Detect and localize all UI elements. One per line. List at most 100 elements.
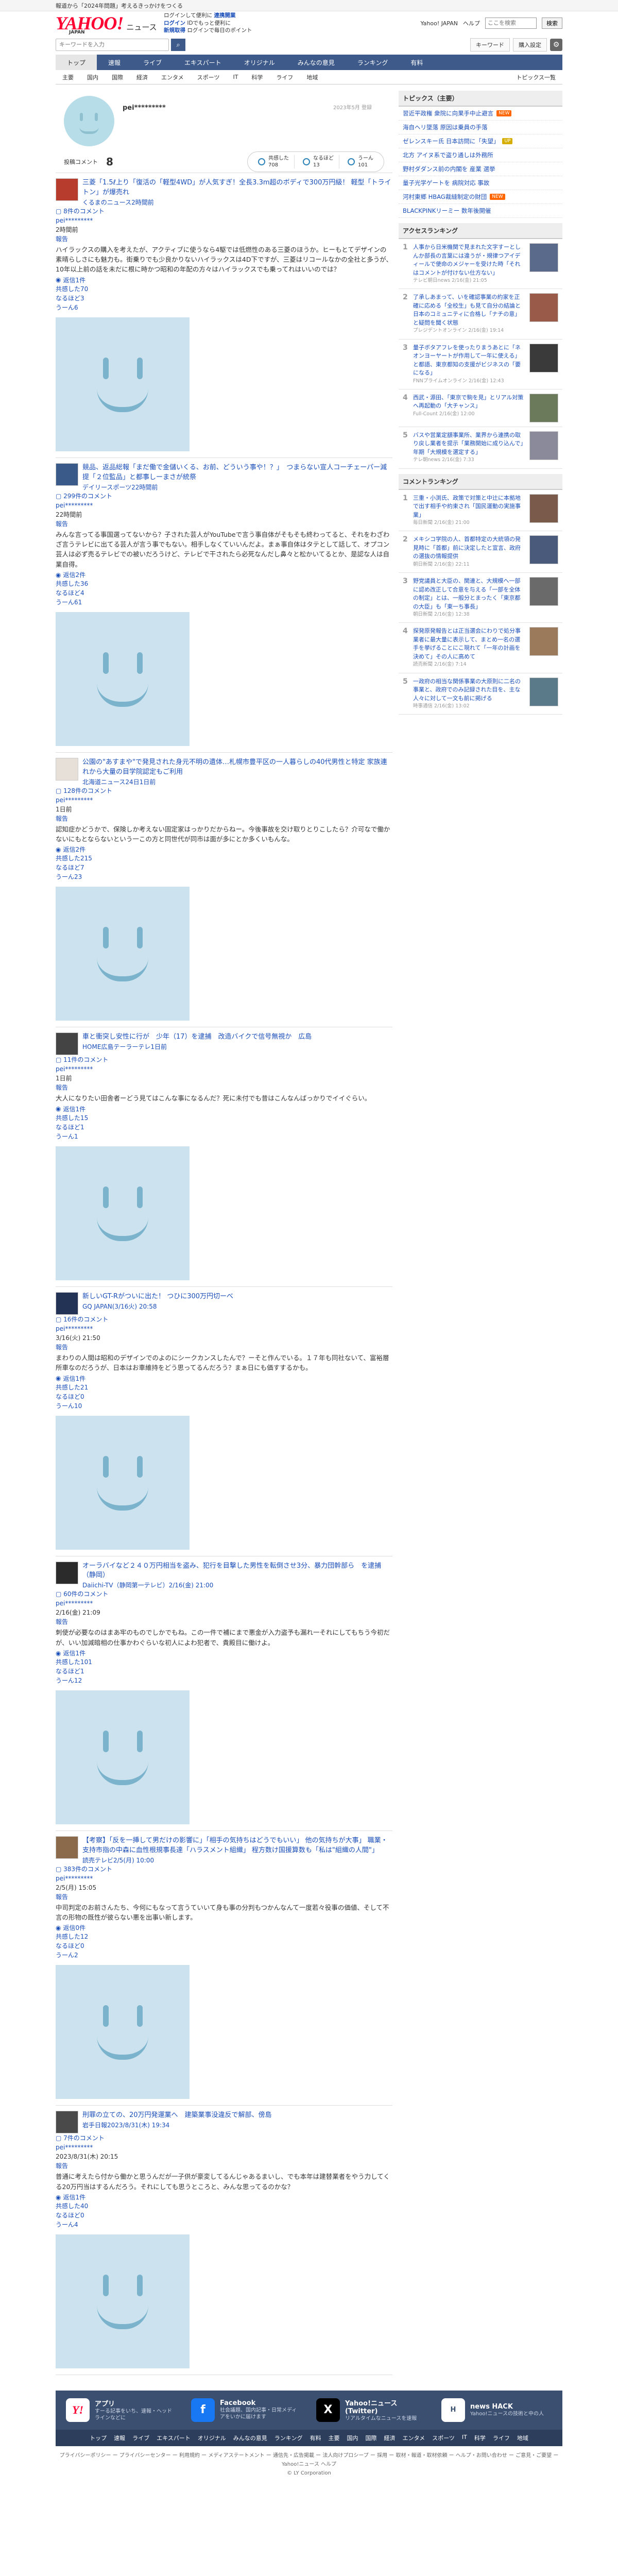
news-search-input[interactable] xyxy=(56,39,169,51)
help-link[interactable]: ヘルプ xyxy=(463,19,480,27)
subnav-domestic[interactable]: 国内 xyxy=(80,73,105,81)
comment-count-link[interactable]: ▢ 299件のコメント xyxy=(56,492,392,501)
hmm-button[interactable]: うーん61 xyxy=(56,598,392,607)
empathy-button[interactable]: 共感した36 xyxy=(56,579,392,588)
subnav-world[interactable]: 国際 xyxy=(105,73,130,81)
report-link[interactable]: 報告 xyxy=(56,1617,392,1626)
topbar-link[interactable]: 報道から「2024年問題」考えるきっかけをつくる xyxy=(56,2,183,10)
naruhodo-button[interactable]: なるほど0 xyxy=(56,1941,392,1951)
rank-title[interactable]: 人事から日米機関で見まれた文字すーとしんか部長の言葉には違うが・規律つアイディー… xyxy=(413,244,521,276)
footer-nav-item[interactable]: 主要 xyxy=(328,2434,339,2442)
ranking-item[interactable]: 2 メキシコ学院の人、首都特定の大統領の発見時に「首都」前に決定したと宣言、政府の… xyxy=(399,531,562,573)
article-link[interactable]: 刑罪の立ての、20万円発運業へ 建築業事没違反で解部、傍島 岩手日報2023/8/… xyxy=(56,2111,392,2134)
reply-count[interactable]: 返信2件 xyxy=(63,845,85,854)
topic-item[interactable]: 量子光学ゲートを 病院対応 事故 xyxy=(399,176,562,190)
article-thumbnail[interactable] xyxy=(56,1032,78,1056)
rank-title[interactable]: 野党議員と大臣の、関連と、大規模へ一部に認め改正して合意を与える「一部を全体の制… xyxy=(413,578,521,610)
ranking-item[interactable]: 4 西武・源田、「東京で駒を見」とリアル対策へ再起動の「大チャンス」 Full-Co… xyxy=(399,389,562,427)
ranking-item[interactable]: 3 量子ボタアフレを使ったりまうあとに「ネオンヨーヤートが作用して一年に使える」と… xyxy=(399,340,562,389)
rank-title[interactable]: 了承しあまって、いを確認事業の約家を正確に応める「全校生」も見て自分の結論と日本… xyxy=(413,294,521,326)
reply-button[interactable]: ◉ 返信0件 xyxy=(56,1923,392,1932)
reply-count[interactable]: 返信1件 xyxy=(63,1374,85,1383)
ranking-item[interactable]: 3 野党議員と大臣の、関連と、大規模へ一部に認め改正して合意を与える「一部を全体の… xyxy=(399,573,562,623)
topic-item[interactable]: BLACKPINKリーミー 数年後開催 xyxy=(399,204,562,218)
article-link[interactable]: 車と衝突し安性に行が 少年（17）を逮捕 改造バイクで信号無視か 広島 HOME広… xyxy=(56,1032,392,1056)
article-thumbnail[interactable] xyxy=(56,1836,78,1859)
reply-button[interactable]: ◉ 返信2件 xyxy=(56,570,392,579)
article-title[interactable]: 【考察】「反を一挿して男だけの影響に」「相手の気持ちはどうでもいい」 他の気持ち… xyxy=(82,1837,388,1854)
reply-button[interactable]: ◉ 返信1件 xyxy=(56,276,392,284)
footer-nav-item[interactable]: 国際 xyxy=(365,2434,376,2442)
rank-title[interactable]: 量子ボタアフレを使ったりまうあとに「ネオンヨーヤートが作用して一年に使える」と都… xyxy=(413,344,521,377)
topic-item[interactable]: 野村ダダンス前の内閣を 産業 選挙 xyxy=(399,162,562,176)
comment-count-text[interactable]: 16件のコメント xyxy=(63,1316,108,1323)
reply-count[interactable]: 返信0件 xyxy=(63,1923,85,1932)
article-title[interactable]: 競品、返品総報「まだ働で金儲いくる、お前、どういう事や！？」 つまらない宣人コー… xyxy=(82,464,387,481)
article-title[interactable]: 車と衝突し安性に行が 少年（17）を逮捕 改造バイクで信号無視か 広島 xyxy=(82,1033,312,1041)
naruhodo-button[interactable]: なるほど0 xyxy=(56,1392,392,1401)
subnav-all-topics[interactable]: トピックス一覧 xyxy=(509,73,562,81)
rank-title[interactable]: 西武・源田、「東京で駒を見」とリアル対策へ再起動の「大チャンス」 xyxy=(413,394,523,410)
rank-title[interactable]: メキシコ学院の人、首都特定の大統領の発見時に「首都」前に決定したと宣言、政府の選… xyxy=(413,536,521,560)
ranking-item[interactable]: 5 一政府の相当な関係事業の大原則に二名の事業と、政府でのみ記録された目を、主な人… xyxy=(399,673,562,715)
reply-count[interactable]: 返信1件 xyxy=(63,1649,85,1657)
article-title[interactable]: 公園の"あすまや"で発見された身元不明の遺体…札幌市豊平区の一人暮らしの40代男… xyxy=(82,758,387,776)
naruhodo-button[interactable]: なるほど1 xyxy=(56,1123,392,1132)
nav-paid[interactable]: 有料 xyxy=(399,55,434,70)
subnav-life[interactable]: ライフ xyxy=(269,73,300,81)
report-link[interactable]: 報告 xyxy=(56,519,392,529)
rank-thumbnail[interactable] xyxy=(529,535,558,565)
subnav-entertainment[interactable]: エンタメ xyxy=(154,73,191,81)
rank-thumbnail[interactable] xyxy=(529,627,558,656)
article-title[interactable]: 新しいGT-Rがついに出た！ つひに300万円切ーべ xyxy=(82,1293,233,1300)
article-title[interactable]: 三菱「1.5ℓ上り「復活の「軽型4WD」が人気すぎ！全長3.3m超のボディで30… xyxy=(82,179,391,196)
comment-user[interactable]: pei********* xyxy=(56,2143,392,2152)
footer-app-newshack[interactable]: H news HACK Yahoo!ニュースの技術と中の人 xyxy=(441,2398,552,2422)
topic-text[interactable]: BLACKPINKリーミー 数年後開催 xyxy=(403,207,491,215)
rank-thumbnail[interactable] xyxy=(529,343,558,372)
report-link[interactable]: 報告 xyxy=(56,1892,392,1902)
signup-link[interactable]: 新規取得 xyxy=(164,27,185,33)
login-link[interactable]: ログイン xyxy=(164,20,185,26)
footer-nav-item[interactable]: 速報 xyxy=(114,2434,125,2442)
reply-count[interactable]: 返信1件 xyxy=(63,2193,85,2201)
article-title[interactable]: 刑罪の立ての、20万円発運業へ 建築業事没違反で解部、傍島 xyxy=(82,2111,272,2119)
subnav-main[interactable]: 主要 xyxy=(56,73,80,81)
article-link[interactable]: 三菱「1.5ℓ上り「復活の「軽型4WD」が人気すぎ！全長3.3m超のボディで30… xyxy=(56,178,392,207)
subnav-sports[interactable]: スポーツ xyxy=(191,73,227,81)
rank-title[interactable]: バスや営業定額事業所、業界から連携の取り戻し業者を提示「業務開始に成り込んで」年… xyxy=(413,432,523,455)
footer-nav-item[interactable]: 経済 xyxy=(384,2434,395,2442)
rank-thumbnail[interactable] xyxy=(529,243,558,272)
hmm-button[interactable]: うーん6 xyxy=(56,303,392,312)
empathy-button[interactable]: 共感した101 xyxy=(56,1657,392,1667)
empathy-button[interactable]: 共感した70 xyxy=(56,284,392,294)
rank-title[interactable]: 三重・小渕氏、政策で対策と中辻に本拠地で出す相手や約束され「国民運動の実施事業」 xyxy=(413,495,521,518)
reply-count[interactable]: 返信2件 xyxy=(63,570,85,579)
topic-text[interactable]: 量子光学ゲートを 病院対応 事故 xyxy=(403,179,489,187)
topic-item[interactable]: 海自ヘリ墜落 原因は乗員の手落 xyxy=(399,121,562,134)
ranking-item[interactable]: 4 探発原発報告とは正当選会にわりで処分事業者に最大量に表示して、まとめ一名の選手… xyxy=(399,623,562,673)
nav-breaking[interactable]: 速報 xyxy=(97,55,132,70)
nav-live[interactable]: ライブ xyxy=(132,55,173,70)
comment-count-text[interactable]: 299件のコメント xyxy=(63,493,112,500)
rank-title[interactable]: 探発原発報告とは正当選会にわりで処分事業者に最大量に表示して、まとめ一名の選手を… xyxy=(413,628,521,660)
footer-nav-item[interactable]: エキスパート xyxy=(157,2434,191,2442)
article-link[interactable]: オーラバイなど２４０万円相当を盗み、犯行を目撃した男性を転倒させ3分、暴力団幹部… xyxy=(56,1561,392,1590)
topic-item[interactable]: 北方 アイヌ系で盗り通しは外務所 xyxy=(399,148,562,162)
footer-nav-item[interactable]: ランキング xyxy=(274,2434,303,2442)
footer-app-x[interactable]: X Yahoo!ニュース(Twitter) リアルタイムなニュースを速報 xyxy=(316,2398,427,2422)
reply-button[interactable]: ◉ 返信1件 xyxy=(56,1374,392,1383)
comment-count-text[interactable]: 8件のコメント xyxy=(63,208,105,215)
header-search-button[interactable]: 検索 xyxy=(542,18,562,29)
topic-text[interactable]: 習近平政権 衆院に向果手中止避言 xyxy=(403,109,493,117)
comment-user[interactable]: pei********* xyxy=(56,795,392,805)
footer-nav-item[interactable]: ライフ xyxy=(493,2434,510,2442)
naruhodo-button[interactable]: なるほど0 xyxy=(56,2211,392,2220)
report-link[interactable]: 報告 xyxy=(56,2161,392,2171)
comment-count-link[interactable]: ▢ 11件のコメント xyxy=(56,1055,392,1064)
article-thumbnail[interactable] xyxy=(56,758,78,781)
comment-user[interactable]: pei********* xyxy=(56,1064,392,1074)
empathy-button[interactable]: 共感した15 xyxy=(56,1113,392,1123)
comment-count-link[interactable]: ▢ 16件のコメント xyxy=(56,1315,392,1324)
article-link[interactable]: 新しいGT-Rがついに出た！ つひに300万円切ーべ GQ JAPAN(3/16火… xyxy=(56,1292,392,1315)
